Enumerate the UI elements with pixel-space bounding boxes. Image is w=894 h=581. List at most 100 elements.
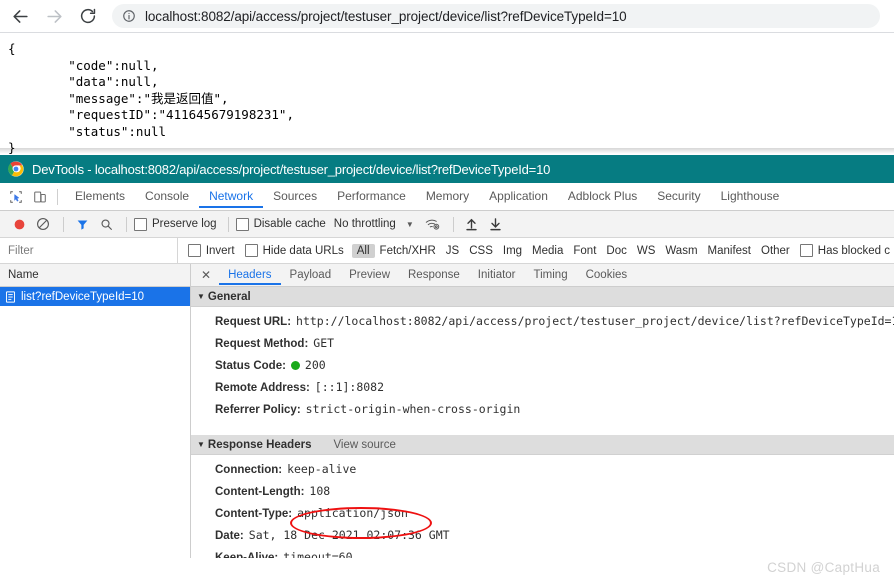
clear-no-entry-icon[interactable] bbox=[32, 214, 54, 234]
network-conditions-wifi-icon[interactable] bbox=[422, 214, 444, 234]
has-blocked-cookies-checkbox[interactable]: Has blocked c bbox=[799, 244, 890, 257]
disable-cache-checkbox[interactable]: Disable cache bbox=[235, 217, 326, 231]
field-value: strict-origin-when-cross-origin bbox=[305, 402, 521, 416]
filter-type-other[interactable]: Other bbox=[756, 244, 795, 258]
filter-type-manifest[interactable]: Manifest bbox=[703, 244, 756, 258]
hide-data-urls-checkbox[interactable]: Hide data URLs bbox=[244, 244, 344, 257]
tab-lighthouse[interactable]: Lighthouse bbox=[711, 185, 790, 208]
address-bar-url: localhost:8082/api/access/project/testus… bbox=[145, 8, 627, 24]
header-row-content-length: Content-Length: 108 bbox=[191, 481, 894, 503]
tab-adblock-plus[interactable]: Adblock Plus bbox=[558, 185, 647, 208]
request-detail-pane: ✕ Headers Payload Preview Response Initi… bbox=[191, 264, 894, 558]
filter-type-wasm[interactable]: Wasm bbox=[660, 244, 702, 258]
filter-type-fetch-xhr[interactable]: Fetch/XHR bbox=[375, 244, 441, 258]
toolbar-divider bbox=[63, 216, 64, 232]
throttling-select[interactable]: No throttling bbox=[334, 218, 396, 230]
browser-toolbar: localhost:8082/api/access/project/testus… bbox=[0, 0, 894, 33]
request-list-pane: Name list?refDeviceTypeId=10 bbox=[0, 264, 191, 558]
checkbox-box bbox=[134, 217, 147, 231]
close-x-icon[interactable]: ✕ bbox=[197, 269, 219, 281]
tab-performance[interactable]: Performance bbox=[327, 185, 416, 208]
field-key: Remote Address: bbox=[215, 382, 310, 394]
tab-sources[interactable]: Sources bbox=[263, 185, 327, 208]
triangle-down-icon: ▼ bbox=[197, 440, 205, 449]
checkbox-box bbox=[244, 244, 258, 257]
tab-memory[interactable]: Memory bbox=[416, 185, 479, 208]
detail-tab-cookies[interactable]: Cookies bbox=[577, 266, 637, 285]
toolbar-divider bbox=[126, 216, 127, 232]
filter-type-doc[interactable]: Doc bbox=[601, 244, 631, 258]
search-magnifier-icon[interactable] bbox=[95, 214, 117, 234]
filter-type-all[interactable]: All bbox=[351, 243, 375, 258]
reload-icon bbox=[79, 7, 97, 25]
field-value: application/json bbox=[297, 506, 408, 520]
tab-security[interactable]: Security bbox=[647, 185, 710, 208]
checkbox-box bbox=[799, 244, 813, 257]
devtools-tab-strip: Elements Console Network Sources Perform… bbox=[0, 183, 894, 211]
header-row-content-type: Content-Type: application/json bbox=[191, 503, 894, 525]
filter-type-js[interactable]: JS bbox=[441, 244, 464, 258]
devtools-title: DevTools - localhost:8082/api/access/pro… bbox=[32, 161, 551, 177]
detail-tab-initiator[interactable]: Initiator bbox=[469, 266, 525, 285]
inspect-element-icon[interactable] bbox=[4, 186, 28, 208]
field-key: Status Code: bbox=[215, 360, 286, 372]
general-section-items: Request URL: http://localhost:8082/api/a… bbox=[191, 307, 894, 421]
devtools-titlebar: DevTools - localhost:8082/api/access/pro… bbox=[0, 155, 894, 183]
invert-checkbox[interactable]: Invert bbox=[187, 244, 235, 257]
reload-button[interactable] bbox=[74, 2, 102, 30]
back-button[interactable] bbox=[6, 2, 34, 30]
address-bar[interactable]: localhost:8082/api/access/project/testus… bbox=[112, 4, 880, 28]
request-list-column-header[interactable]: Name bbox=[0, 264, 190, 287]
field-value: 200 bbox=[304, 358, 326, 372]
export-har-down-arrow-icon[interactable] bbox=[485, 214, 507, 234]
response-headers-items: Connection: keep-alive Content-Length: 1… bbox=[191, 455, 894, 558]
filter-funnel-icon[interactable] bbox=[71, 214, 93, 234]
filter-type-ws[interactable]: WS bbox=[632, 244, 661, 258]
chevron-down-icon[interactable]: ▼ bbox=[406, 220, 414, 229]
checkbox-box bbox=[187, 244, 201, 257]
checkbox-box bbox=[235, 217, 249, 231]
preserve-log-checkbox[interactable]: Preserve log bbox=[134, 217, 217, 231]
devtools-top-shadow bbox=[0, 148, 894, 154]
json-response-body: { "code":null, "data":null, "message":"我… bbox=[8, 41, 294, 154]
tab-console[interactable]: Console bbox=[135, 185, 199, 208]
record-circle-icon[interactable] bbox=[8, 214, 30, 234]
tab-elements[interactable]: Elements bbox=[65, 185, 135, 208]
network-panel-body: Name list?refDeviceTypeId=10 ✕ Headers P… bbox=[0, 264, 894, 558]
response-headers-section-header[interactable]: ▼ Response Headers View source bbox=[191, 435, 894, 455]
general-row-remote-address: Remote Address: [::1]:8082 bbox=[191, 377, 894, 399]
field-key: Content-Type: bbox=[215, 508, 293, 520]
view-source-button[interactable]: View source bbox=[333, 439, 395, 451]
filter-type-img[interactable]: Img bbox=[498, 244, 527, 258]
device-toolbar-icon[interactable] bbox=[28, 186, 52, 208]
general-section-header[interactable]: ▼ General bbox=[191, 287, 894, 307]
detail-tab-payload[interactable]: Payload bbox=[281, 266, 341, 285]
filter-type-css[interactable]: CSS bbox=[464, 244, 498, 258]
general-row-referrer-policy: Referrer Policy: strict-origin-when-cros… bbox=[191, 399, 894, 421]
general-row-status-code: Status Code: 200 bbox=[191, 355, 894, 377]
toolbar-divider bbox=[227, 216, 229, 232]
detail-tab-timing[interactable]: Timing bbox=[525, 266, 577, 285]
field-key: Request URL: bbox=[215, 316, 292, 328]
forward-button[interactable] bbox=[40, 2, 68, 30]
tab-application[interactable]: Application bbox=[479, 185, 558, 208]
chrome-logo-icon bbox=[8, 161, 24, 177]
import-har-up-arrow-icon[interactable] bbox=[461, 214, 483, 234]
info-circle-icon[interactable] bbox=[122, 9, 136, 23]
filter-type-media[interactable]: Media bbox=[527, 244, 568, 258]
request-list-row[interactable]: list?refDeviceTypeId=10 bbox=[0, 287, 190, 306]
header-row-date: Date: Sat, 18 Dec 2021 02:07:36 GMT bbox=[191, 525, 894, 547]
arrow-left-icon bbox=[11, 7, 30, 26]
network-filter-bar: Invert Hide data URLs All Fetch/XHR JS C… bbox=[0, 238, 894, 264]
invert-label: Invert bbox=[205, 244, 235, 257]
preserve-log-label: Preserve log bbox=[152, 218, 217, 230]
filter-input[interactable] bbox=[0, 238, 178, 263]
tab-network[interactable]: Network bbox=[199, 185, 264, 208]
status-ok-dot-icon bbox=[290, 361, 300, 370]
field-value: [::1]:8082 bbox=[314, 380, 385, 394]
detail-tab-preview[interactable]: Preview bbox=[340, 266, 399, 285]
detail-tab-response[interactable]: Response bbox=[399, 266, 469, 285]
header-row-keep-alive: Keep-Alive: timeout=60 bbox=[191, 547, 894, 558]
detail-tab-headers[interactable]: Headers bbox=[219, 266, 281, 285]
filter-type-font[interactable]: Font bbox=[568, 244, 601, 258]
